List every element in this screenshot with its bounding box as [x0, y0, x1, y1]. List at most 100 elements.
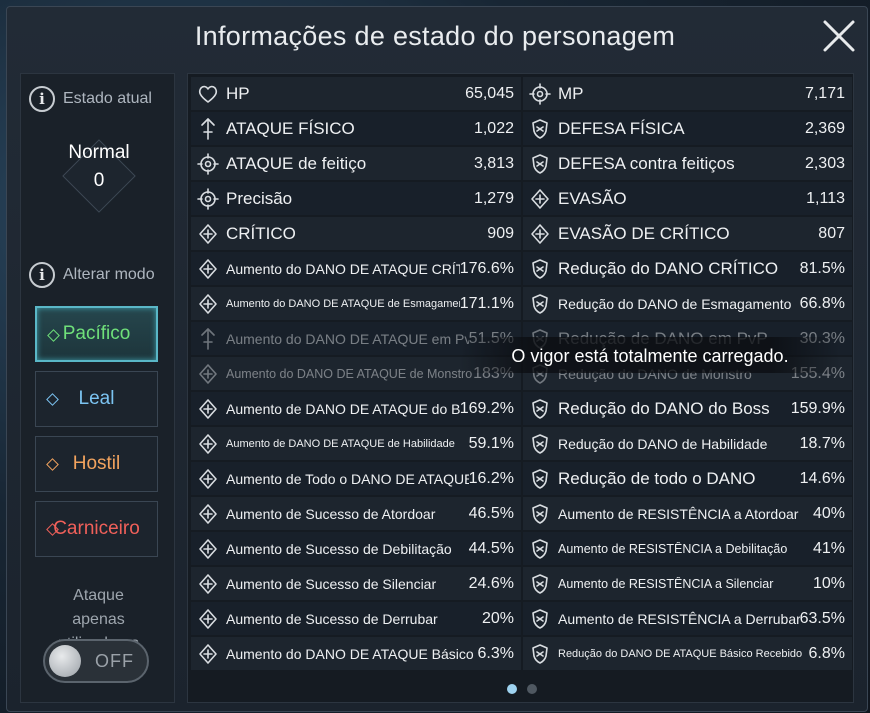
toggle-knob — [49, 645, 81, 677]
stat-cell: Aumento do DANO DE ATAQUE CRÍTICO176.6% — [191, 252, 521, 285]
silence-resist-icon — [528, 572, 552, 596]
stat-name: ATAQUE FÍSICO — [226, 118, 355, 138]
stat-cell: Aumento de RESISTÊNCIA a Atordoar 40% — [523, 497, 852, 530]
stat-value: 6.3% — [477, 644, 514, 662]
current-state-label: Estado atual — [63, 90, 152, 107]
skill-reduction-icon — [528, 432, 552, 456]
stat-cell: Aumento de DANO DE ATAQUE de Habilidade 5… — [191, 427, 521, 460]
info-icon[interactable]: i — [29, 86, 55, 112]
mode-button-hostil[interactable]: Hostil — [35, 436, 158, 492]
crit-evasion-icon — [528, 222, 552, 246]
skill-icon — [196, 432, 220, 456]
stat-cell: Aumento de RESISTÊNCIA a Debilitação 41% — [523, 532, 852, 565]
stat-value: 1,113 — [806, 189, 845, 207]
attack-only-toggle[interactable]: OFF — [43, 639, 149, 683]
boss-icon — [196, 397, 220, 421]
change-mode-header: i Alterar modo — [29, 262, 155, 288]
stun-resist-icon — [528, 502, 552, 526]
page-dot-2[interactable] — [527, 684, 537, 694]
stat-value: 7,171 — [804, 84, 845, 102]
stat-cell: DEFESA FÍSICA 2,369 — [523, 112, 852, 145]
stat-value: 40% — [812, 504, 845, 522]
close-icon — [823, 20, 855, 52]
close-button[interactable] — [821, 18, 857, 54]
stat-row: Aumento de Sucesso de Silenciar 24.6% Aume… — [191, 567, 852, 600]
stat-value: 171.1% — [459, 294, 514, 312]
stat-name: Aumento de Sucesso de Atordoar — [226, 505, 436, 522]
stat-name: Redução do DANO CRÍTICO — [558, 258, 779, 278]
stat-value: 46.5% — [468, 504, 514, 522]
silence-icon — [196, 572, 220, 596]
basic-reduction-icon — [528, 642, 552, 666]
critical-icon — [196, 222, 220, 246]
stat-name: Precisão — [226, 188, 293, 208]
stat-value: 81.5% — [799, 259, 845, 277]
stat-value: 20% — [481, 609, 514, 627]
stat-value: 44.5% — [468, 539, 514, 557]
stat-name: Aumento de RESISTÊNCIA a Atordoar — [558, 505, 799, 522]
stat-cell: DEFESA contra feitiços 2,303 — [523, 147, 852, 180]
stat-cell: MP 7,171 — [523, 77, 852, 110]
stat-name: DEFESA FÍSICA — [558, 118, 685, 138]
stat-name: EVASÃO DE CRÍTICO — [558, 223, 730, 243]
stat-cell: Redução do DANO do Boss 159.9% — [523, 392, 852, 425]
stat-name: Redução do DANO de Habilidade — [558, 435, 768, 452]
crit-damage-icon — [196, 257, 220, 281]
diamond-icon — [46, 458, 59, 471]
current-state-header: i Estado atual — [29, 86, 152, 112]
stat-cell: CRÍTICO 909 — [191, 217, 521, 250]
stat-row: Aumento de Sucesso de Atordoar 46.5% Aumen… — [191, 497, 852, 530]
stat-cell: Redução do DANO de Esmagamento 66.8% — [523, 287, 852, 320]
debilitate-icon — [196, 537, 220, 561]
heart-icon — [196, 82, 220, 106]
crush-reduction-icon — [528, 292, 552, 316]
basic-attack-icon — [196, 642, 220, 666]
all-damage-icon — [196, 467, 220, 491]
stat-value: 14.6% — [799, 469, 845, 487]
stat-name: HP — [226, 83, 250, 103]
stat-value: 1,022 — [473, 119, 514, 137]
mode-button-pacifico[interactable]: Pacífico — [35, 306, 158, 362]
shield-icon — [528, 117, 552, 141]
stat-value: 6.8% — [808, 644, 845, 662]
stat-cell: Aumento de Sucesso de Derrubar 20% — [191, 602, 521, 635]
stat-cell: Aumento do DANO DE ATAQUE Básico 6.3% — [191, 637, 521, 670]
debilitate-resist-icon — [528, 537, 552, 561]
stat-name: Aumento de Todo o DANO DE ATAQUE — [226, 470, 469, 487]
toast-message: O vigor está totalmente carregado. — [460, 337, 840, 373]
spell-icon — [196, 152, 220, 176]
mana-icon — [528, 82, 552, 106]
crush-icon — [196, 292, 220, 316]
stat-name: Aumento do DANO DE ATAQUE de Monstro — [226, 366, 473, 381]
evasion-icon — [528, 187, 552, 211]
knockdown-icon — [196, 607, 220, 631]
state-name: Normal — [68, 142, 130, 163]
mode-label: Pacífico — [62, 323, 131, 344]
stat-cell: Redução de todo o DANO 14.6% — [523, 462, 852, 495]
state-indicator: Normal 0 — [59, 136, 137, 214]
mode-button-carniceiro[interactable]: Carniceiro — [35, 501, 158, 557]
stat-name: DEFESA contra feitiços — [558, 153, 735, 173]
stats-table: HP 65,045 MP 7,171 ATAQUE FÍSICO 1,022 DEFESA … — [187, 73, 854, 703]
mode-label: Carniceiro — [53, 518, 140, 539]
stat-row: Aumento do DANO DE ATAQUE Básico 6.3% Redu… — [191, 637, 852, 670]
toggle-label: OFF — [95, 651, 134, 671]
stat-value: 66.8% — [799, 294, 845, 312]
stat-name: EVASÃO — [558, 188, 627, 208]
stat-value: 909 — [487, 224, 514, 242]
stat-row: CRÍTICO 909 EVASÃO DE CRÍTICO 807 — [191, 217, 852, 250]
stat-name: Aumento do DANO DE ATAQUE Básico — [226, 645, 474, 662]
stat-name: Aumento de RESISTÊNCIA a Derrubar — [558, 610, 800, 627]
stat-name: Aumento do DANO DE ATAQUE CRÍTICO — [226, 260, 460, 277]
stat-name: CRÍTICO — [226, 223, 296, 243]
stat-cell: EVASÃO 1,113 — [523, 182, 852, 215]
magic-shield-icon — [528, 152, 552, 176]
stat-name: Redução do DANO de Esmagamento — [558, 295, 792, 312]
stat-name: Aumento de DANO DE ATAQUE do Boss — [226, 400, 460, 417]
stat-row: Aumento de DANO DE ATAQUE do Boss 169.2% R… — [191, 392, 852, 425]
info-icon[interactable]: i — [29, 262, 55, 288]
stat-value: 159.9% — [790, 399, 845, 417]
mode-button-leal[interactable]: Leal — [35, 371, 158, 427]
stat-row: Aumento de Todo o DANO DE ATAQUE 16.2% Red… — [191, 462, 852, 495]
page-dot-1[interactable] — [507, 684, 517, 694]
